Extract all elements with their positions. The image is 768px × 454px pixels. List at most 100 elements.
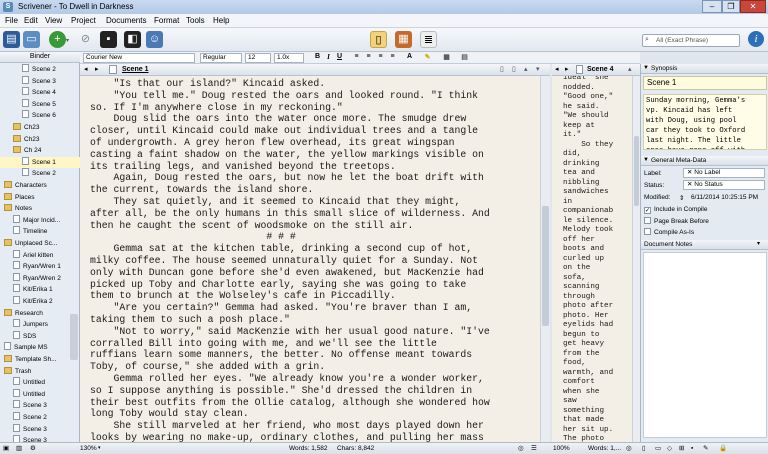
table-icon[interactable]: ▤ — [460, 53, 469, 61]
italic-button[interactable]: I — [324, 53, 333, 61]
binder-item[interactable]: Untitled — [0, 377, 80, 389]
binder-item[interactable]: Timeline — [0, 226, 80, 238]
nav-back-icon[interactable]: ◂ — [555, 65, 559, 73]
binder-item[interactable]: Research — [0, 308, 80, 320]
view-corkboard-icon[interactable]: ▦ — [395, 31, 412, 48]
inspector-icon[interactable]: i — [748, 31, 764, 47]
binder-item[interactable]: Kit/Erika 1 — [0, 284, 80, 296]
header-up-icon[interactable]: ▴ — [628, 65, 632, 73]
synopsis-title[interactable]: Scene 1 — [643, 76, 767, 90]
header-bookmark-icon[interactable]: ▯ — [500, 65, 504, 73]
binder-item[interactable]: Scene 5 — [0, 98, 80, 111]
editor2-scroll-thumb[interactable] — [634, 136, 639, 206]
align-justify-icon[interactable]: ≡ — [388, 53, 397, 60]
menu-tools[interactable]: Tools — [186, 16, 205, 25]
keywords-icon[interactable]: ◇ — [667, 444, 672, 453]
editor2-scrollbar[interactable] — [632, 76, 640, 442]
compile-asis-checkbox[interactable]: Compile As-Is — [644, 228, 694, 236]
notes-icon[interactable]: ▯ — [642, 444, 646, 453]
label-select[interactable]: ✕ No Label — [683, 168, 765, 178]
binder-item[interactable]: Scene 3 — [0, 423, 80, 436]
zoom2-level[interactable]: 100% — [553, 444, 570, 453]
status-select[interactable]: ✕ No Status — [683, 180, 765, 190]
header-up-icon[interactable]: ▴ — [524, 65, 528, 73]
menu-file[interactable]: File — [5, 16, 18, 25]
binder-item[interactable]: Scene 3 — [0, 75, 80, 88]
menu-help[interactable]: Help — [213, 16, 229, 25]
binder-item[interactable]: Ariel kitten — [0, 249, 80, 262]
user-icon[interactable]: ☺ — [146, 31, 163, 48]
binder-item[interactable]: Template Sh... — [0, 354, 80, 366]
view-outline-icon[interactable]: ≣ — [420, 31, 437, 48]
editor-scroll-thumb[interactable] — [542, 206, 549, 326]
metadata-header[interactable]: ▼ General Meta-Data — [641, 156, 768, 166]
binder-item[interactable]: Scene 3 — [0, 400, 80, 412]
binder-item[interactable]: Sample MS — [0, 342, 80, 354]
binder-item[interactable]: Ryan/Wren 2 — [0, 272, 80, 285]
align-left-icon[interactable]: ≡ — [352, 53, 361, 60]
minimize-button[interactable]: – — [702, 0, 722, 13]
nav-forward-icon[interactable]: ▸ — [565, 65, 569, 73]
align-right-icon[interactable]: ≡ — [376, 53, 385, 60]
menu-view[interactable]: View — [45, 16, 62, 25]
text-color-icon[interactable]: A — [405, 53, 414, 60]
style-select[interactable]: Regular — [200, 53, 242, 63]
editor-title[interactable]: Scene 1 — [122, 66, 148, 73]
binder-item[interactable]: Scene 6 — [0, 110, 80, 122]
binder-item[interactable]: Scene 1 — [0, 156, 80, 169]
list-view-icon[interactable]: ☰ — [531, 444, 537, 453]
settings-icon[interactable]: ⚙ — [30, 444, 36, 453]
comments-icon[interactable]: ✎ — [703, 444, 708, 453]
lock-icon[interactable]: 🔒 — [719, 444, 727, 453]
snapshots-icon[interactable]: ▪ — [691, 444, 693, 453]
maximize-button[interactable]: ❐ — [722, 0, 740, 13]
binder-item[interactable]: Jumpers — [0, 319, 80, 331]
binder-item[interactable]: Trash — [0, 366, 80, 378]
modified-toggle-icon[interactable]: ⇕ — [679, 194, 684, 202]
binder-item[interactable]: Unplaced Sc... — [0, 238, 80, 250]
close-button[interactable]: ✕ — [740, 0, 766, 13]
nav-back-icon[interactable]: ◂ — [84, 65, 88, 73]
editor-text[interactable]: "Is that our island?" Kincaid asked. "Yo… — [90, 78, 530, 442]
chevron-down-icon[interactable]: ▾ — [66, 37, 69, 44]
list-icon[interactable]: ▦ — [442, 53, 451, 61]
binder-item[interactable]: Scene 4 — [0, 87, 80, 99]
synopsis-text[interactable]: Sunday morning, Gemma's vp. Kincaid has l… — [643, 94, 767, 150]
menu-edit[interactable]: Edit — [24, 16, 38, 25]
split-icon[interactable]: ◧ — [124, 31, 141, 48]
binder-item[interactable]: Characters — [0, 180, 80, 192]
editor2-title[interactable]: Scene 4 — [587, 66, 613, 73]
menu-documents[interactable]: Documents — [106, 16, 146, 25]
add-doc-icon[interactable]: ▣ — [3, 444, 9, 453]
search-field[interactable]: ⌕ All (Exact Phrase) — [642, 34, 740, 47]
folder-icon[interactable]: ▭ — [23, 31, 40, 48]
binder-item[interactable]: Scene 2 — [0, 412, 80, 424]
include-compile-checkbox[interactable]: ✓ Include in Compile — [644, 206, 707, 214]
target-icon[interactable]: ◎ — [518, 444, 524, 453]
add-icon[interactable]: + — [49, 31, 66, 48]
header-lock-icon[interactable]: ▯ — [512, 65, 516, 73]
underline-button[interactable]: U — [335, 53, 344, 60]
binder-item[interactable]: SDS — [0, 330, 80, 343]
binder-item[interactable]: Major Incid... — [0, 214, 80, 227]
editor-scrollbar[interactable] — [540, 76, 550, 442]
binder-item[interactable]: Places — [0, 192, 80, 204]
highlight-icon[interactable]: ✎ — [423, 53, 432, 61]
binder-item[interactable]: Scene 2 — [0, 168, 80, 180]
notes-header[interactable]: Document Notes ▾ — [641, 240, 768, 250]
header-down-icon[interactable]: ▾ — [536, 65, 540, 73]
size-select[interactable]: 12 — [245, 53, 271, 63]
binder-item[interactable]: Ch 24 — [0, 145, 80, 157]
editor-main[interactable]: "Is that our island?" Kincaid asked. "Yo… — [80, 76, 540, 442]
target2-icon[interactable]: ◎ — [626, 444, 632, 453]
binder-item[interactable]: Ryan/Wren 1 — [0, 261, 80, 273]
synopsis-header[interactable]: ▼ Synopsis — [641, 64, 768, 74]
editor-secondary[interactable]: ideal" she nodded. "Good one," he said. "We … — [552, 76, 632, 442]
menu-format[interactable]: Format — [154, 16, 179, 25]
meta-icon[interactable]: ⊞ — [679, 444, 684, 453]
snapshot-icon[interactable]: ▪ — [100, 31, 117, 48]
binder-item[interactable]: Notes — [0, 203, 80, 215]
editor2-text[interactable]: ideal" she nodded. "Good one," he said. "We … — [563, 76, 631, 442]
zoom-level[interactable]: 130% — [80, 444, 97, 453]
binder-item[interactable]: Ch23 — [0, 122, 80, 134]
